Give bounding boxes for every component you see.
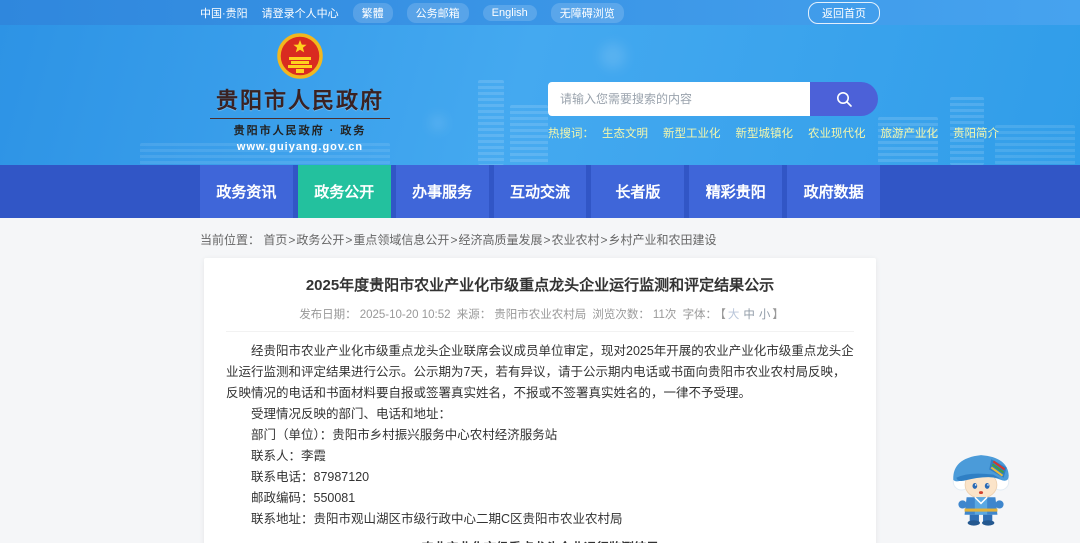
mascot-assistant-icon[interactable] [948, 450, 1014, 526]
views-value: 11次 [652, 308, 677, 321]
nav-item-hudong-jiaoliu[interactable]: 互动交流 [493, 165, 587, 218]
article-body: 经贵阳市农业产业化市级重点龙头企业联席会议成员单位审定，现对2025年开展的农业… [226, 341, 854, 530]
breadcrumb-economy[interactable]: 经济高质量发展 [458, 233, 542, 247]
search-area: 热搜词： 生态文明 新型工业化 新型城镇化 农业现代化 旅游产业化 贵阳简介 [548, 82, 999, 141]
nav-item-jingcai-guiyang[interactable]: 精彩贵阳 [689, 165, 783, 218]
site-url: www.guiyang.gov.cn [236, 141, 364, 153]
publish-date-label: 发布日期： [299, 308, 357, 321]
hot-term-urbanization[interactable]: 新型城镇化 [736, 125, 794, 141]
toplink-china-guiyang[interactable]: 中国·贵阳 [200, 5, 248, 21]
contact-postcode: 邮政编码：550081 [251, 490, 356, 505]
breadcrumb: 当前位置： 首页>政务公开>重点领域信息公开>经济高质量发展>农业农村>乡村产业… [0, 218, 1080, 256]
breadcrumb-separator: > [543, 233, 551, 247]
publish-date-value: 2025-10-20 10:52 [359, 308, 451, 321]
site-title: 贵阳市人民政府 [215, 88, 384, 113]
nav-item-zhengwu-gongkai[interactable]: 政务公开 [297, 165, 391, 218]
contact-address: 联系地址：贵阳市观山湖区市级行政中心二期C区贵阳市农业农村局 [251, 511, 623, 526]
toplink-accessibility[interactable]: 无障碍浏览 [550, 2, 624, 23]
breadcrumb-rural-industry[interactable]: 乡村产业和农田建设 [609, 233, 717, 247]
breadcrumb-separator: > [288, 233, 296, 247]
font-bracket-open: 【 [720, 308, 726, 321]
breadcrumb-separator: > [600, 233, 608, 247]
source-value: 贵阳市农业农村局 [494, 308, 587, 321]
cityscape-decoration [995, 125, 1075, 165]
toplink-login-personal-center[interactable]: 请登录个人中心 [262, 5, 339, 21]
return-home-button[interactable]: 返回首页 [808, 1, 880, 24]
article-paragraph: 受理情况反映的部门、电话和地址： [251, 406, 452, 421]
contact-phone: 联系电话：87987120 [251, 469, 370, 484]
breadcrumb-key-areas[interactable]: 重点领域信息公开 [353, 233, 449, 247]
views-label: 浏览次数： [592, 308, 650, 321]
site-subtitle: 贵阳市人民政府 · 政务 [210, 118, 390, 138]
toplink-traditional-chinese[interactable]: 繁體 [352, 2, 393, 23]
table-caption: 农业产业化市级重点龙头企业运行监测结果 [226, 537, 854, 543]
hot-term-guiyang-intro[interactable]: 贵阳简介 [953, 125, 999, 141]
article-meta: 发布日期： 2025-10-20 10:52 来源： 贵阳市农业农村局 浏览次数： 1… [226, 306, 854, 332]
font-size-large-button[interactable]: 大 [728, 309, 740, 321]
nav-item-banshi-fuwu[interactable]: 办事服务 [395, 165, 489, 218]
font-size-small-button[interactable]: 小 [759, 309, 771, 321]
search-icon [837, 92, 852, 107]
contact-department: 部门（单位）：贵阳市乡村振兴服务中心农村经济服务站 [251, 427, 558, 442]
hot-term-agriculture[interactable]: 农业现代化 [808, 125, 866, 141]
source-label: 来源： [456, 308, 492, 321]
national-emblem-icon [277, 33, 323, 79]
main-navigation: 政务资讯 政务公开 办事服务 互动交流 长者版 精彩贵阳 政府数据 [0, 165, 1080, 218]
nav-item-zhangzheban[interactable]: 长者版 [591, 165, 685, 218]
site-banner: 贵阳市人民政府 贵阳市人民政府 · 政务 www.guiyang.gov.cn … [0, 25, 1080, 165]
breadcrumb-separator: > [450, 233, 458, 247]
font-size-label: 字体： [682, 308, 718, 321]
contact-person: 联系人：李霞 [251, 448, 327, 463]
top-utility-bar: 中国·贵阳 请登录个人中心 繁體 公务邮箱 English 无障碍浏览 返回首页 [0, 0, 1080, 25]
toplink-english[interactable]: English [482, 4, 537, 21]
hot-search-label: 热搜词： [548, 128, 594, 140]
nav-item-zhengwu-zixun[interactable]: 政务资讯 [200, 165, 293, 218]
article-paragraph: 经贵阳市农业产业化市级重点龙头企业联席会议成员单位审定，现对2025年开展的农业… [226, 343, 854, 400]
toplink-official-mail[interactable]: 公务邮箱 [406, 2, 469, 23]
hot-term-tourism[interactable]: 旅游产业化 [881, 125, 939, 141]
site-logo[interactable]: 贵阳市人民政府 贵阳市人民政府 · 政务 www.guiyang.gov.cn [210, 31, 390, 153]
nav-item-zhengfu-shuju[interactable]: 政府数据 [787, 165, 881, 218]
search-input[interactable] [548, 82, 810, 116]
breadcrumb-home[interactable]: 首页 [263, 233, 287, 247]
breadcrumb-separator: > [345, 233, 353, 247]
font-bracket-close: 】 [772, 308, 784, 321]
hot-search-row: 热搜词： 生态文明 新型工业化 新型城镇化 农业现代化 旅游产业化 贵阳简介 [548, 125, 999, 141]
article-title: 2025年度贵阳市农业产业化市级重点龙头企业运行监测和评定结果公示 [305, 277, 775, 294]
font-size-medium-button[interactable]: 中 [743, 309, 755, 321]
hot-term-industrialization[interactable]: 新型工业化 [663, 125, 721, 141]
article-card: 2025年度贵阳市农业产业化市级重点龙头企业运行监测和评定结果公示 发布日期： 2… [204, 258, 876, 543]
hot-term-ecology[interactable]: 生态文明 [602, 125, 648, 141]
breadcrumb-zhengwu-gongkai[interactable]: 政务公开 [296, 233, 344, 247]
search-button[interactable] [810, 82, 878, 116]
breadcrumb-agriculture[interactable]: 农业农村 [551, 233, 599, 247]
breadcrumb-label: 当前位置： [200, 233, 261, 247]
